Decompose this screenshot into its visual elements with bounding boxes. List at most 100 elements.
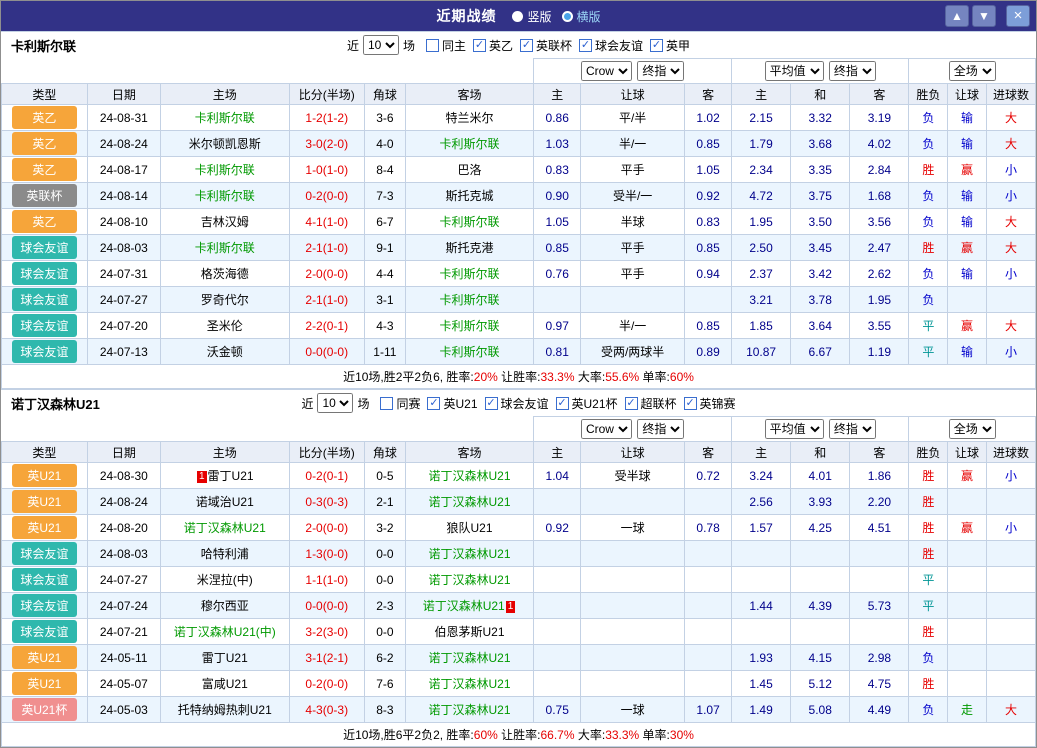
filter-checkbox[interactable]: ✓ 英锦赛 xyxy=(683,395,736,412)
crow-away-odds xyxy=(684,670,733,697)
match-score: 0-0(0-0) xyxy=(288,338,365,365)
move-up-button[interactable]: ▲ xyxy=(945,5,969,27)
filter-checkbox[interactable]: 同主 xyxy=(425,37,466,54)
avg-stage-select[interactable]: 终指 xyxy=(828,61,876,81)
filter-checkbox[interactable]: ✓ 球会友谊 xyxy=(484,395,549,412)
corner-score: 8-3 xyxy=(363,696,406,723)
home-team-name: 卡利斯尔联 xyxy=(194,189,255,203)
result-outcome: 负 xyxy=(908,644,949,671)
filter-checkbox[interactable]: ✓ 英U21 xyxy=(427,395,478,412)
crow-home-odds: 0.90 xyxy=(533,182,582,209)
result-handicap: 输 xyxy=(947,338,987,365)
col-avg-draw: 和 xyxy=(790,83,851,105)
match-score: 0-3(0-3) xyxy=(288,488,365,515)
avg-odds-select[interactable]: 平均值 xyxy=(764,419,824,439)
fulltime-select[interactable]: 全场 xyxy=(948,419,996,439)
avg-odds-select[interactable]: 平均值 xyxy=(764,61,824,81)
summary-text: 让胜率: xyxy=(497,728,541,742)
avg-draw-odds: 3.45 xyxy=(790,234,851,261)
header-blank xyxy=(0,58,535,84)
away-team: 诺丁汉森林U21 xyxy=(404,566,535,593)
filter-checkbox[interactable]: ✓ 英乙 xyxy=(472,37,513,54)
competition-badge: 英U21 xyxy=(12,646,77,669)
odds-company-select[interactable]: Crow xyxy=(580,61,632,81)
result-handicap: 赢 xyxy=(947,514,987,541)
col-crow-away: 客 xyxy=(684,441,733,463)
crow-handicap: 受半/一 xyxy=(580,182,686,209)
crow-handicap: 平/半 xyxy=(580,104,686,131)
filter-checkbox[interactable]: ✓ 英联杯 xyxy=(520,37,572,54)
odds-company-select[interactable]: Crow xyxy=(580,419,632,439)
col-crow-home: 主 xyxy=(533,441,582,463)
away-team: 斯托克城 xyxy=(404,182,535,209)
unit-label: 场 xyxy=(402,38,415,53)
avg-draw-odds: 3.93 xyxy=(790,488,851,515)
away-team-name: 卡利斯尔联 xyxy=(439,137,500,151)
radio-dot-icon xyxy=(512,10,524,22)
crow-home-odds xyxy=(533,488,582,515)
corner-score: 4-0 xyxy=(363,130,406,157)
away-team: 卡利斯尔联 xyxy=(404,312,535,339)
filter-checkbox-label: 英U21 xyxy=(443,396,478,411)
match-type-cell: 球会友谊 xyxy=(1,540,88,567)
radio-vertical-layout[interactable]: 竖版 xyxy=(512,8,552,25)
avg-home-odds: 2.37 xyxy=(731,260,792,287)
result-goals: 小 xyxy=(985,260,1037,287)
match-score: 1-0(1-0) xyxy=(288,156,365,183)
avg-draw-odds: 4.25 xyxy=(790,514,851,541)
result-handicap: 赢 xyxy=(947,234,987,261)
close-button[interactable]: × xyxy=(1006,5,1030,27)
near-label: 近 xyxy=(346,38,359,53)
avg-stage-select[interactable]: 终指 xyxy=(828,419,876,439)
radio-horizontal-layout[interactable]: 横版 xyxy=(561,8,601,25)
crow-home-odds xyxy=(533,592,582,619)
result-handicap xyxy=(947,644,987,671)
match-count-select[interactable]: 10 xyxy=(362,35,399,55)
result-goals: 小 xyxy=(985,156,1037,183)
crow-home-odds xyxy=(533,644,582,671)
filter-checkbox[interactable]: ✓ 超联杯 xyxy=(624,395,677,412)
home-team: 卡利斯尔联 xyxy=(160,104,290,131)
match-type-cell: 英乙 xyxy=(1,208,88,235)
avg-home-odds: 4.72 xyxy=(731,182,792,209)
match-date: 24-08-31 xyxy=(86,104,162,131)
home-team-name: 富咸U21 xyxy=(201,677,248,691)
match-row: 球会友谊 24-07-27 米涅拉(中) 1-1(1-0) 0-0 诺丁汉森林U21 平 xyxy=(1,566,1037,593)
summary-rate-value: 20% xyxy=(473,370,498,384)
filter-checkbox[interactable]: ✓ 英U21杯 xyxy=(555,395,618,412)
fulltime-select[interactable]: 全场 xyxy=(948,61,996,81)
result-goals: 大 xyxy=(985,130,1037,157)
result-outcome: 胜 xyxy=(908,488,949,515)
filter-checkbox[interactable]: ✓ 球会友谊 xyxy=(579,37,643,54)
avg-draw-odds xyxy=(790,618,851,645)
odds-stage-select[interactable]: 终指 xyxy=(637,419,685,439)
corner-score: 3-1 xyxy=(363,286,406,313)
away-team-name: 卡利斯尔联 xyxy=(439,293,500,307)
match-score: 0-0(0-0) xyxy=(288,592,365,619)
crow-home-odds xyxy=(533,540,582,567)
crow-away-odds: 0.85 xyxy=(684,234,733,261)
filter-checkbox[interactable]: 同赛 xyxy=(380,395,420,412)
avg-home-odds: 2.34 xyxy=(731,156,792,183)
crow-home-odds: 1.03 xyxy=(533,130,582,157)
summary-text: 单率: xyxy=(639,728,670,742)
crow-home-odds: 0.76 xyxy=(533,260,582,287)
filter-checkbox[interactable]: ✓ 英甲 xyxy=(650,37,690,54)
odds-stage-select[interactable]: 终指 xyxy=(637,61,685,81)
move-down-button[interactable]: ▼ xyxy=(972,5,996,27)
away-team-name: 卡利斯尔联 xyxy=(439,319,500,333)
match-row: 球会友谊 24-07-20 圣米伦 2-2(0-1) 4-3 卡利斯尔联 0.97 半/一 0.… xyxy=(1,312,1037,339)
away-team-name: 卡利斯尔联 xyxy=(439,345,500,359)
home-team-name: 米涅拉(中) xyxy=(196,573,253,587)
result-handicap: 赢 xyxy=(947,462,987,489)
away-team: 诺丁汉森林U21 xyxy=(404,696,535,723)
home-team: 哈特利浦 xyxy=(160,540,290,567)
match-count-select[interactable]: 10 xyxy=(317,393,354,413)
corner-score: 7-3 xyxy=(363,182,406,209)
match-date: 24-07-31 xyxy=(86,260,162,287)
home-team-name: 诺丁汉森林U21 xyxy=(183,521,266,535)
away-team: 卡利斯尔联 xyxy=(404,130,535,157)
section-team-2: 诺丁汉森林U21 近 10 场 同赛 ✓ 英U21 ✓ 球会友谊 ✓ 英U21杯 ✓ 超联杯 ✓ 英… xyxy=(0,389,1037,747)
away-team: 诺丁汉森林U21 xyxy=(404,670,535,697)
away-team-name: 伯恩茅斯U21 xyxy=(434,625,505,639)
